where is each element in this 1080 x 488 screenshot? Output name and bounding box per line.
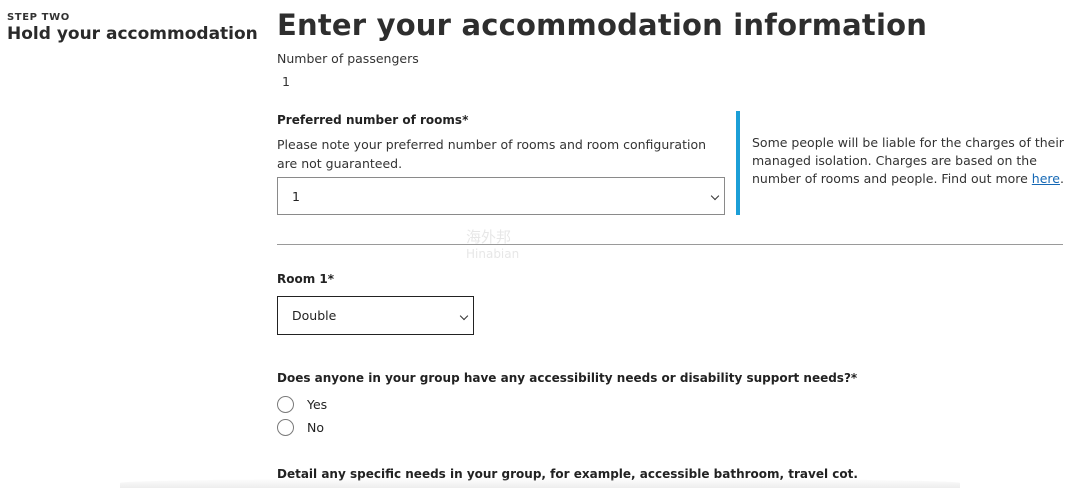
callout-text: Some people will be liable for the charg… (752, 135, 1064, 186)
step-title: Hold your accommodation (7, 24, 258, 44)
radio-label-no: No (307, 420, 324, 435)
rooms-select[interactable]: 1 (277, 177, 725, 215)
info-callout-bar (736, 111, 740, 215)
room1-select[interactable]: Double (277, 296, 474, 335)
info-callout: Some people will be liable for the charg… (752, 134, 1072, 188)
find-out-more-link[interactable]: here (1032, 171, 1060, 186)
rooms-select-value: 1 (292, 188, 300, 204)
watermark-line1: 海外邦 (466, 228, 512, 246)
chevron-down-icon (710, 191, 720, 201)
rooms-hint: Please note your preferred number of roo… (277, 137, 707, 171)
step-header: STEP TWO Hold your accommodation (7, 12, 258, 45)
radio-option-yes[interactable]: Yes (277, 396, 327, 413)
page-title: Enter your accommodation information (277, 8, 928, 42)
radio-button-yes[interactable] (277, 396, 294, 413)
radio-label-yes: Yes (307, 397, 328, 412)
passengers-value: 1 (282, 74, 290, 89)
watermark-line2: Hinabian (466, 247, 520, 261)
radio-button-no[interactable] (277, 419, 294, 436)
chevron-down-icon (459, 311, 469, 320)
rooms-label: Preferred number of rooms* (277, 113, 469, 127)
passengers-label: Number of passengers (277, 51, 419, 66)
section-divider (277, 244, 1063, 245)
callout-suffix: . (1059, 171, 1064, 186)
bottom-shadow (120, 478, 960, 488)
room1-select-value: Double (292, 308, 337, 323)
room1-label: Room 1* (277, 272, 335, 286)
accessibility-question: Does anyone in your group have any acces… (277, 371, 858, 385)
watermark: 海外邦 Hinabian (466, 229, 519, 263)
step-label: STEP TWO (7, 12, 70, 23)
radio-option-no[interactable]: No (277, 419, 324, 436)
